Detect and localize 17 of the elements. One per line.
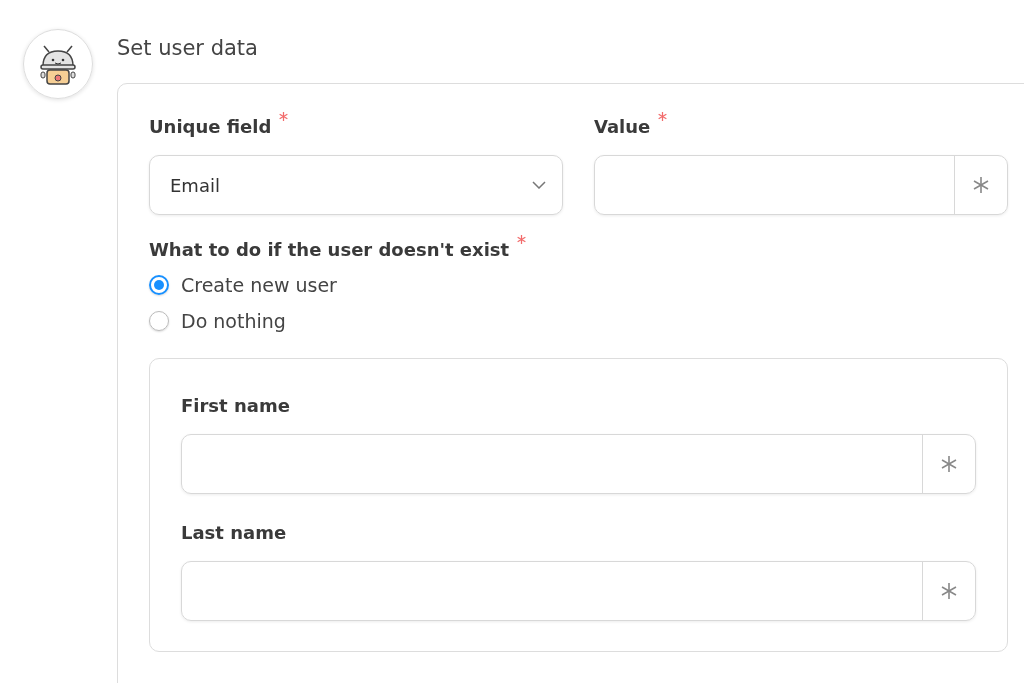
field-label: What to do if the user doesn't exist (149, 239, 510, 260)
radio-label[interactable]: Do nothing (181, 310, 286, 332)
radio-button[interactable] (149, 275, 169, 295)
asterisk-icon (940, 455, 958, 473)
asterisk-icon (972, 176, 990, 194)
text-field[interactable] (181, 434, 976, 494)
node-title: Set user data (117, 36, 258, 60)
field-label: First name (181, 395, 290, 416)
asterisk-icon (940, 582, 958, 600)
unique-field-dropdown[interactable]: Email (149, 155, 563, 215)
field-label: Last name (181, 522, 287, 543)
field-label: Unique field (149, 116, 272, 137)
value-field[interactable] (594, 155, 1008, 215)
text-field[interactable] (181, 561, 976, 621)
radio-label[interactable]: Create new user (181, 274, 337, 296)
field-label: Value (594, 116, 651, 137)
chevron-icon (532, 181, 546, 189)
